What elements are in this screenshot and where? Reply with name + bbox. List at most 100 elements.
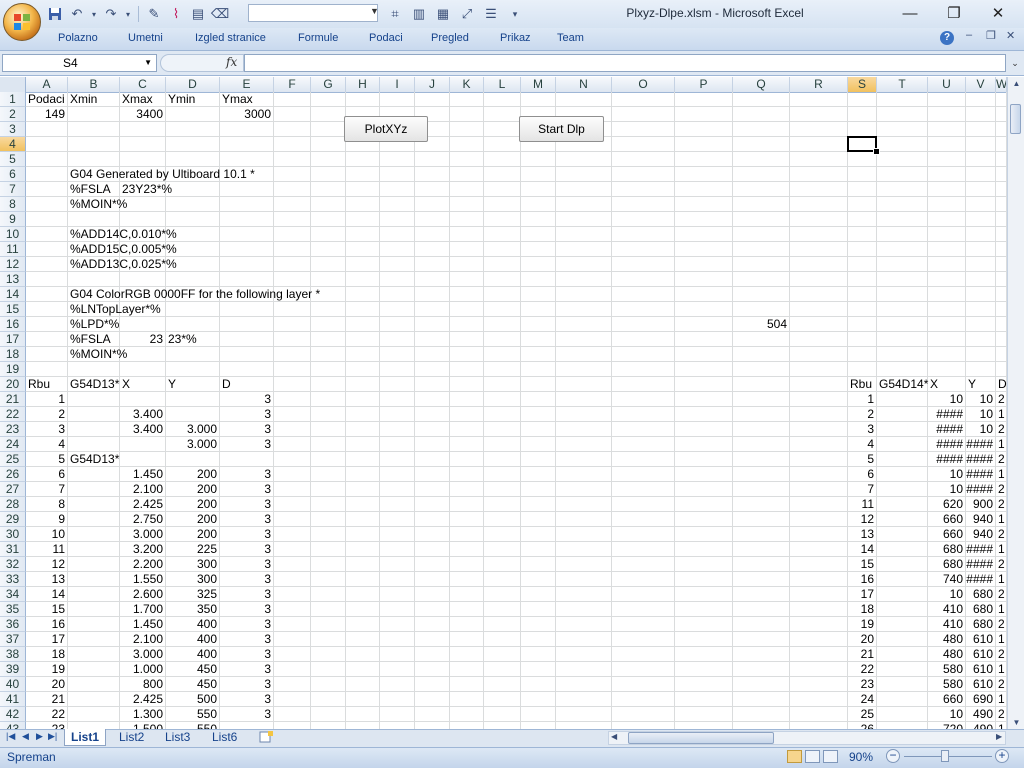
page-break-view-icon[interactable]: [823, 750, 838, 763]
cell-e39[interactable]: 3: [220, 662, 271, 677]
row-header-34[interactable]: 34: [0, 587, 26, 602]
cell-b7[interactable]: %FSLA: [70, 182, 111, 197]
cell-d20[interactable]: Y: [168, 377, 176, 392]
cell-c27[interactable]: 2.100: [120, 482, 163, 497]
cell-u40[interactable]: 580: [928, 677, 963, 692]
cell-e26[interactable]: 3: [220, 467, 271, 482]
cell-c7[interactable]: 23Y23*%: [122, 182, 172, 197]
cell-a26[interactable]: 6: [26, 467, 65, 482]
cell-b20[interactable]: G54D13*: [70, 377, 119, 392]
customize-toolbar-icon[interactable]: ▾: [506, 5, 524, 23]
cell-u37[interactable]: 480: [928, 632, 963, 647]
cell-v36[interactable]: 680: [966, 617, 993, 632]
row-header-37[interactable]: 37: [0, 632, 26, 647]
cell-e40[interactable]: 3: [220, 677, 271, 692]
vertical-scroll-thumb[interactable]: [1010, 104, 1021, 134]
cell-e38[interactable]: 3: [220, 647, 271, 662]
column-header-q[interactable]: Q: [733, 77, 790, 92]
cell-b15[interactable]: %LNTopLayer*%: [70, 302, 161, 317]
cell-w33[interactable]: 1: [998, 572, 1005, 587]
column-header-t[interactable]: T: [877, 77, 928, 92]
row-header-30[interactable]: 30: [0, 527, 26, 542]
cell-c33[interactable]: 1.550: [120, 572, 163, 587]
page-layout-view-icon[interactable]: [805, 750, 820, 763]
sheet-tab-list6[interactable]: List6: [206, 729, 243, 746]
column-header-i[interactable]: I: [380, 77, 415, 92]
row-header-16[interactable]: 16: [0, 317, 26, 332]
help-icon[interactable]: ?: [940, 31, 954, 45]
undo-icon[interactable]: ↶: [68, 5, 86, 23]
cell-s20[interactable]: Rbu: [850, 377, 872, 392]
cell-c20[interactable]: X: [122, 377, 130, 392]
cell-c2[interactable]: 3400: [120, 107, 163, 122]
cell-u35[interactable]: 410: [928, 602, 963, 617]
cell-v41[interactable]: 690: [966, 692, 993, 707]
cell-e2[interactable]: 3000: [220, 107, 271, 122]
workbook-minimize-button[interactable]: –: [966, 29, 972, 41]
prev-sheet-icon[interactable]: ◀: [22, 731, 29, 742]
column-header-u[interactable]: U: [928, 77, 966, 92]
cell-c29[interactable]: 2.750: [120, 512, 163, 527]
cell-a32[interactable]: 12: [26, 557, 65, 572]
cell-b14[interactable]: G04 ColorRGB 0000FF for the following la…: [70, 287, 320, 302]
cell-c17[interactable]: 23: [120, 332, 163, 347]
row-header-28[interactable]: 28: [0, 497, 26, 512]
cell-e20[interactable]: D: [222, 377, 231, 392]
cell-u26[interactable]: 10: [928, 467, 963, 482]
cell-s28[interactable]: 11: [848, 497, 874, 512]
workbook-restore-button[interactable]: ❐: [986, 29, 996, 42]
cell-v24[interactable]: ####: [966, 437, 993, 452]
close-button[interactable]: ✕: [976, 2, 1020, 24]
cell-a21[interactable]: 1: [26, 392, 65, 407]
cell-a23[interactable]: 3: [26, 422, 65, 437]
undo-dropdown-icon[interactable]: ▾: [90, 5, 98, 23]
cell-a1[interactable]: Podaci: [28, 92, 65, 107]
cell-w36[interactable]: 2: [998, 617, 1005, 632]
cell-a29[interactable]: 9: [26, 512, 65, 527]
column-header-h[interactable]: H: [346, 77, 380, 92]
cell-v35[interactable]: 680: [966, 602, 993, 617]
row-header-42[interactable]: 42: [0, 707, 26, 722]
cell-a22[interactable]: 2: [26, 407, 65, 422]
cell-e33[interactable]: 3: [220, 572, 271, 587]
cell-c1[interactable]: Xmax: [122, 92, 153, 107]
cell-d41[interactable]: 500: [166, 692, 217, 707]
cell-c37[interactable]: 2.100: [120, 632, 163, 647]
cell-d36[interactable]: 400: [166, 617, 217, 632]
row-header-2[interactable]: 2: [0, 107, 26, 122]
column-header-r[interactable]: R: [790, 77, 848, 92]
cell-a42[interactable]: 22: [26, 707, 65, 722]
scroll-down-icon[interactable]: ▼: [1008, 718, 1024, 727]
cell-u23[interactable]: ####: [928, 422, 963, 437]
cell-e1[interactable]: Ymax: [222, 92, 253, 107]
vertical-scrollbar[interactable]: ▲ ▼: [1007, 77, 1024, 729]
zoom-slider-thumb[interactable]: [941, 750, 949, 762]
row-header-22[interactable]: 22: [0, 407, 26, 422]
workbook-close-button[interactable]: ✕: [1006, 29, 1015, 42]
row-header-17[interactable]: 17: [0, 332, 26, 347]
cell-s30[interactable]: 13: [848, 527, 874, 542]
cell-w22[interactable]: 1: [998, 407, 1005, 422]
tab-podaci[interactable]: Podaci: [369, 32, 403, 44]
cell-s33[interactable]: 16: [848, 572, 874, 587]
cell-d24[interactable]: 3.000: [166, 437, 217, 452]
cell-b8[interactable]: %MOIN*%: [70, 197, 127, 212]
chevron-down-icon[interactable]: ▼: [370, 6, 379, 16]
cell-s23[interactable]: 3: [848, 422, 874, 437]
column-header-e[interactable]: E: [220, 77, 274, 92]
cell-a34[interactable]: 14: [26, 587, 65, 602]
row-header-27[interactable]: 27: [0, 482, 26, 497]
cell-d42[interactable]: 550: [166, 707, 217, 722]
row-header-18[interactable]: 18: [0, 347, 26, 362]
cell-s29[interactable]: 12: [848, 512, 874, 527]
cell-w31[interactable]: 1: [998, 542, 1005, 557]
cell-a25[interactable]: 5: [26, 452, 65, 467]
cell-t20[interactable]: G54D14*: [879, 377, 928, 392]
save-icon[interactable]: [46, 5, 64, 23]
cell-u33[interactable]: 740: [928, 572, 963, 587]
column-header-p[interactable]: P: [675, 77, 733, 92]
cell-a27[interactable]: 7: [26, 482, 65, 497]
cell-c41[interactable]: 2.425: [120, 692, 163, 707]
cell-e37[interactable]: 3: [220, 632, 271, 647]
cell-s31[interactable]: 14: [848, 542, 874, 557]
